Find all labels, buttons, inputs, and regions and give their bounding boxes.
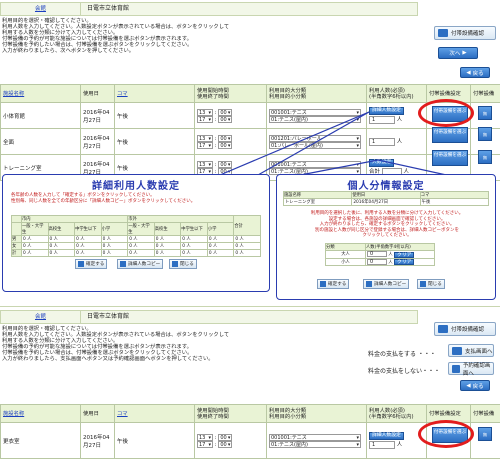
purpose-major-select[interactable]: 001001:テニス [269, 433, 361, 441]
panel-note: 利用目的を選択した後に、利用する人数を分類に分けて入力してください。 設定する場… [310, 211, 464, 238]
clear-button[interactable]: クリア [394, 251, 415, 258]
copy-icon [120, 261, 126, 267]
instructions: 利用目的を選択・確認してください。 利用人数を入力してください。人数設定ボタンが… [2, 326, 230, 362]
back-button[interactable]: ◀ 戻る [460, 380, 490, 391]
people-input[interactable]: 1 [369, 440, 395, 449]
child-input[interactable]: 0 [367, 258, 387, 265]
end-hour-select[interactable]: 17 [197, 440, 213, 448]
facility-name: 日電市立体育館 [87, 313, 130, 320]
copy-people-button[interactable]: 詳細人数コピー [363, 279, 410, 289]
adult-input[interactable]: 0 [367, 251, 387, 257]
start-hour-select[interactable]: 13 [197, 433, 213, 441]
panel-title: 詳細利用人数設定 [92, 181, 180, 192]
start-min-select[interactable]: 00 [218, 433, 233, 441]
facility-link[interactable]: 会館 [35, 314, 46, 320]
detail-people-panel: 詳細利用人数設定 各年齢の人数を入力して「確定する」ボタンをクリックしてください… [2, 174, 270, 292]
table-row: 女 0 人 0 人 0 人 0 人 0 人 0 人 0 人 0 人 0 人 [11, 242, 261, 250]
end-min-select[interactable]: 00 [218, 440, 233, 448]
panel-note: 各年齢の人数を入力して「確定する」ボタンをクリックしてください。 [11, 193, 155, 198]
individual-info-table: 施設名称 使用日 コマ トレーニング室 2016年04月27日 午後 [282, 191, 490, 206]
close-button[interactable]: 閉じる [417, 279, 445, 289]
divider [0, 306, 500, 307]
arrow-icon [452, 364, 460, 373]
close-icon [420, 281, 426, 287]
confirm-button[interactable]: 確定する [317, 279, 350, 289]
check-icon [320, 281, 326, 287]
clear-button[interactable]: クリア [394, 259, 415, 265]
facility-header: 会館 日電市立体育館 [0, 310, 418, 324]
close-icon [172, 261, 178, 267]
confirm-button[interactable]: 確定する [75, 259, 108, 269]
equipment-check-button[interactable]: 付帯設備確認 [434, 322, 496, 336]
individual-count-table: 分類 人数(半角数字4桁以内) 大人 0 人 クリア 小人 0 人 クリア [325, 243, 435, 266]
reservation-confirm-button[interactable]: 予約確認画面へ [448, 362, 494, 377]
nopay-text: 料金の支払をしない・・・ [368, 368, 441, 375]
table-row: 男 0 人 0 人 0 人 0 人 0 人 0 人 0 人 0 人 0 人 [11, 235, 261, 243]
purpose-minor-select[interactable]: 01:テニス(屋内) [269, 440, 361, 448]
detail-people-table: 市内 市外 合計 一般・大学生 高校生 中学生以下 小学 一般・大学生 高校生 … [11, 215, 261, 257]
highlight-oval [418, 420, 474, 448]
individual-panel: 個人分情報設定 施設名称 使用日 コマ トレーニング室 2016年04月27日 … [276, 174, 496, 300]
none-button[interactable]: 無 [478, 427, 492, 441]
pay-text: 料金の支払をする ・・・ [368, 351, 436, 358]
detail-people-button[interactable]: 詳細人数設定 [369, 432, 404, 441]
copy-icon [366, 281, 372, 287]
panel-title: 個人分情報設定 [347, 181, 425, 192]
check-icon [438, 325, 448, 333]
copy-people-button[interactable]: 詳細人数コピー [117, 259, 164, 269]
table-row: 大人 0 人 クリア [325, 250, 435, 259]
panel-note: 性別毎、同じ人数を全ての年齢区分に「詳細人数コピー」ボタンをクリックしてください… [11, 199, 196, 204]
table-row: 計 0 人 0 人 0 人 0 人 0 人 0 人 0 人 0 人 0 人 [11, 249, 261, 257]
arrow-icon [452, 346, 462, 355]
table-row: 小人 0 人 クリア [325, 257, 435, 266]
close-button[interactable]: 閉じる [169, 259, 197, 269]
check-icon [78, 261, 84, 267]
payment-button[interactable]: 支払画面へ [448, 344, 494, 357]
